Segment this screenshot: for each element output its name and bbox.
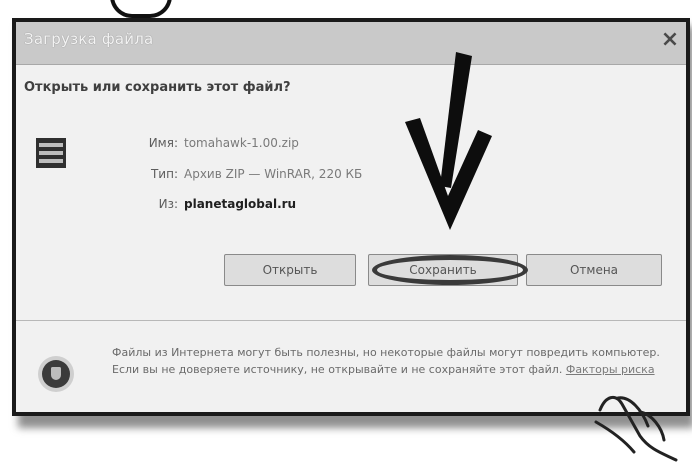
pointer-hand-annotation — [594, 396, 678, 462]
down-arrow-annotation — [405, 52, 492, 230]
annotation-overlay — [405, 52, 678, 462]
